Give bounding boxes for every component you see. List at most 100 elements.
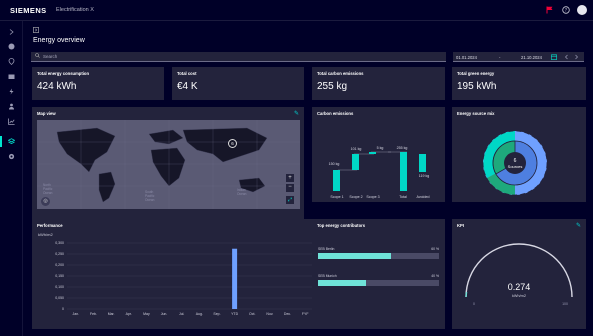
kpi-title: Total energy consumption [37,71,90,76]
carbon-bar [419,154,426,172]
energy-mix-sunburst: 6 Sources [482,130,548,196]
carbon-category-label: Total [399,195,407,199]
previous-period-icon[interactable] [564,54,569,61]
kpi-gauge-unit: kWh/m2 [512,294,526,298]
x-tick-label: Jun. [161,312,168,316]
contributor-bar-track [318,253,439,259]
performance-bar[interactable] [232,248,238,309]
y-tick-label: 0,100 [55,285,64,289]
x-tick-label: Feb. [90,312,97,316]
nav-rail [0,21,23,336]
collapse-icon[interactable] [33,27,39,35]
lightning-icon[interactable] [7,87,16,96]
layers-icon[interactable] [0,136,16,147]
date-end[interactable]: 21.10.2024 [521,55,542,60]
x-tick-label: Sep. [213,312,220,316]
x-tick-label: Nov. [266,312,273,316]
carbon-value-label: 5 kg [377,146,384,150]
search-icon [35,53,40,60]
app-window: SIEMENS Electrification X ? Energy overv… [0,0,593,336]
help-icon[interactable]: ? [561,6,570,15]
map-layers-icon[interactable]: ◎ [41,197,50,206]
kpi-value: €4 K [177,81,198,92]
carbon-category-label: Avoided [417,195,430,199]
header-actions: ? [545,5,587,15]
contributors-card: Top energy contributors SEB Berlin 60 % … [312,219,445,329]
y-tick-label: 0,150 [55,274,64,278]
carbon-value-label: 150 kg [329,162,340,166]
x-tick-label: FYF [302,312,309,316]
carbon-category-label: Scope 2 [349,195,362,199]
x-tick-label: Apr. [126,312,132,316]
y-tick-label: 0,200 [55,263,64,267]
carbon-value-label: 255 kg [397,146,408,150]
kpi-gauge-card: KPI ✎ 0.274 kWh/m2 0 100 [452,219,586,329]
kpi-title: Total carbon emissions [317,71,364,76]
carbon-waterfall-chart: 150 kg 101 kg 5 kg 255 kg 119 kg Scope 1… [329,146,430,199]
y-tick-label: 0,250 [55,252,64,256]
next-period-icon[interactable] [574,54,579,61]
carbon-bar [369,152,376,154]
carbon-emissions-card: Carbon emissions 150 kg 101 kg 5 kg 255 … [312,107,445,202]
x-tick-label: Jan. [73,312,80,316]
zoom-out-icon[interactable]: − [286,184,294,192]
map-ocean-label: North Pacific Ocean [43,183,53,195]
kpi-gauge: 0.274 kWh/m2 0 100 [465,243,573,306]
edit-icon[interactable]: ✎ [294,110,299,117]
contributor-name: SEB Berlin [318,247,335,251]
chevron-right-icon[interactable] [7,27,16,36]
kpi-card-energy: Total energy consumption 424 kWh [32,67,164,100]
mix-center-label: Sources [508,164,523,169]
main-content: Energy overview 01.01.2024 - 21.10.2024 … [23,21,593,336]
x-tick-label: Jul. [179,312,184,316]
kpi-value: 255 kg [317,81,348,92]
world-map[interactable]: 6 North Pacific Ocean South Pacific Ocea… [37,120,300,209]
date-start[interactable]: 01.01.2024 [456,55,477,60]
carbon-bar [352,154,359,170]
x-tick-label: Oct. [249,312,255,316]
x-tick-label: Mar. [108,312,115,316]
flag-icon[interactable] [545,6,554,15]
fullscreen-icon[interactable]: ⤢ [286,196,294,204]
kpi-card-emissions: Total carbon emissions 255 kg [312,67,445,100]
carbon-bar [333,170,340,191]
map-cluster-marker[interactable]: 6 [228,139,237,148]
map-ocean-label: South Pacific Ocean [145,190,155,202]
kpi-gauge-min: 0 [473,302,475,306]
folder-icon[interactable] [7,72,16,81]
settings-icon[interactable] [7,152,16,161]
calendar-icon[interactable] [551,54,557,61]
contributor-bar-fill [318,280,367,286]
date-separator: - [499,55,501,60]
search-input[interactable] [43,54,423,59]
x-tick-label: May [143,312,150,316]
user-avatar[interactable] [577,5,587,15]
kpi-title: Total green energy [457,71,495,76]
zoom-in-icon[interactable]: + [286,174,294,182]
carbon-bar [400,152,407,191]
kpi-value: 195 kWh [457,81,497,92]
date-range-picker[interactable]: 01.01.2024 - 21.10.2024 [453,52,584,62]
home-icon[interactable] [7,42,16,51]
map-card: Map view ✎ 6 North Pacific Ocean South P… [32,107,304,233]
y-tick-label: 0,300 [55,241,64,245]
contributors-title: Top energy contributors [317,223,366,228]
kpi-value: 424 kWh [37,81,77,92]
kpi-card-green-energy: Total green energy 195 kWh [452,67,586,100]
app-title: Electrification X [56,7,94,13]
chart-icon[interactable] [7,117,16,126]
kpi-gauge-max: 100 [562,302,568,306]
person-icon[interactable] [7,102,16,111]
kpi-gauge-value: 0.274 [508,282,531,292]
y-tick-label: 0,050 [55,296,64,300]
contributor-name: SEB Munich [318,274,337,278]
performance-bar-chart: 0,300 0,250 0,200 0,150 0,100 0,050 0 Jan. Feb. M… [55,241,314,316]
page-title: Energy overview [33,37,85,44]
contributor-bar-fill [318,253,391,259]
kpi-card-cost: Total cost €4 K [172,67,304,100]
x-tick-label: Aug. [196,312,203,316]
location-icon[interactable] [7,57,16,66]
performance-card: Performance ✎ kWh/m2 0,3000,2500,2000,15… [32,219,326,329]
search-bar [31,52,446,62]
carbon-category-label: Scope 1 [330,195,343,199]
